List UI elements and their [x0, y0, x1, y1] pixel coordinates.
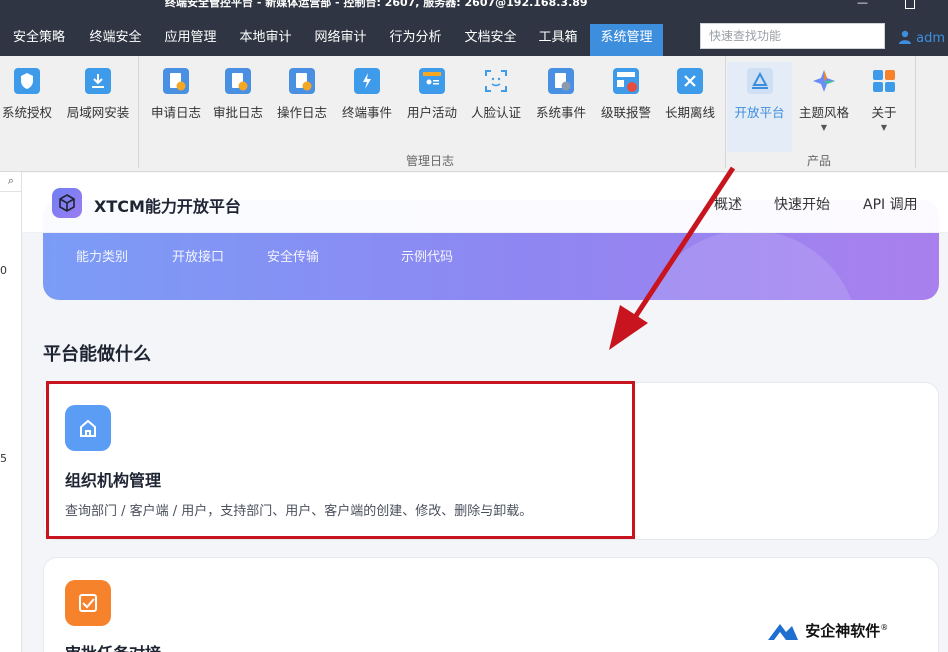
decorative-circle [639, 230, 859, 300]
checkbox-icon [65, 580, 111, 626]
ribbon-group-label: 产品 [807, 154, 832, 168]
ribbon-approve-log[interactable]: 审批日志 [206, 62, 270, 142]
ribbon-separator [138, 56, 139, 168]
side-number: 5 [0, 452, 7, 465]
title-bar: 终端安全管控平台 - 新媒体运营部 - 控制台: 2607, 服务器: 2607… [0, 0, 948, 12]
user-menu[interactable]: adm [898, 30, 945, 46]
menu-local-audit[interactable]: 本地审计 [228, 24, 303, 56]
nav-overview[interactable]: 概述 [714, 194, 742, 214]
ribbon-open-platform[interactable]: 开放平台 [727, 62, 792, 152]
open-platform-icon [746, 68, 773, 94]
ribbon-separator [725, 56, 726, 168]
brand-logo-icon [766, 620, 800, 642]
platform-header: XTCM能力开放平台 概述 快速开始 API 调用 [22, 173, 948, 233]
hero-link-secure-transfer[interactable]: 安全传输 [267, 246, 319, 265]
ribbon-separator [915, 56, 916, 168]
home-icon [65, 405, 111, 451]
hero-link-capability[interactable]: 能力类别 [76, 246, 128, 265]
shield-icon [14, 68, 40, 94]
maximize-button[interactable] [905, 0, 915, 9]
ribbon-user-activity[interactable]: 用户活动 [400, 62, 464, 142]
chevron-down-icon: ▼ [820, 123, 828, 132]
window-title: 终端安全管控平台 - 新媒体运营部 - 控制台: 2607, 服务器: 2607… [165, 0, 588, 9]
side-number: 0 [0, 264, 7, 277]
menu-security-policy[interactable]: 安全策略 [0, 24, 78, 56]
face-scan-icon [483, 68, 509, 94]
lightning-icon [354, 68, 380, 94]
doc-user-icon [225, 68, 251, 94]
ribbon-long-offline[interactable]: 长期离线 [658, 62, 722, 142]
user-name: adm [916, 31, 946, 46]
search-input[interactable]: 快速查找功能 [700, 23, 885, 49]
hero-link-sample-code[interactable]: 示例代码 [401, 246, 453, 265]
ribbon-terminal-event[interactable]: 终端事件 [335, 62, 399, 142]
ribbon-apply-log[interactable]: 申请日志 [144, 62, 208, 142]
menu-app-management[interactable]: 应用管理 [153, 24, 228, 56]
menu-network-audit[interactable]: 网络审计 [303, 24, 378, 56]
menu-document-security[interactable]: 文档安全 [453, 24, 528, 56]
doc-clock-icon [163, 68, 189, 94]
ribbon-theme-style[interactable]: 主题风格 ▼ [792, 62, 856, 142]
card-org-management[interactable]: 组织机构管理 查询部门 / 客户端 / 用户，支持部门、用户、客户端的创建、修改… [43, 382, 939, 540]
offline-icon [677, 68, 703, 94]
ribbon-lan-install[interactable]: 局域网安装 [64, 62, 132, 142]
section-title: 平台能做什么 [43, 344, 151, 365]
nav-quick-start[interactable]: 快速开始 [774, 194, 830, 214]
download-icon [85, 68, 111, 94]
doc-hand-icon [289, 68, 315, 94]
card-title: 组织机构管理 [65, 471, 162, 490]
cascade-alarm-icon [613, 68, 639, 94]
card-title: 审批任务对接 [65, 640, 161, 652]
menu-system-management[interactable]: 系统管理 [590, 24, 663, 56]
menu-behavior-analysis[interactable]: 行为分析 [378, 24, 453, 56]
ribbon-system-event[interactable]: 系统事件 [529, 62, 593, 142]
chevron-down-icon: ▼ [880, 123, 888, 132]
left-panel: ⌕ 0 5 [0, 172, 22, 652]
watermark-text: 安企神软件 [805, 622, 881, 640]
search-icon[interactable]: ⌕ [0, 172, 22, 192]
theme-icon [811, 68, 837, 94]
user-icon [898, 30, 912, 44]
ribbon-system-license[interactable]: 系统授权 [0, 62, 54, 142]
ribbon-toolbar: 系统授权 局域网安装 申请日志 审批日志 操作日志 终端事件 用户活动 人脸认证… [0, 56, 948, 172]
id-card-icon [419, 68, 445, 94]
platform-brand[interactable]: XTCM能力开放平台 [94, 193, 241, 217]
hero-link-open-api[interactable]: 开放接口 [172, 246, 224, 265]
card-description: 查询部门 / 客户端 / 用户，支持部门、用户、客户端的创建、修改、删除与卸载。 [65, 504, 533, 519]
ribbon-operation-log[interactable]: 操作日志 [270, 62, 334, 142]
watermark-logo: 安企神软件® [766, 620, 888, 642]
ribbon-group-label: 管理日志 [406, 154, 455, 168]
doc-gear-icon [548, 68, 574, 94]
minimize-button[interactable]: — [857, 0, 871, 8]
menu-bar: 安全策略 终端安全 应用管理 本地审计 网络审计 行为分析 文档安全 工具箱 系… [0, 12, 948, 56]
cube-logo-icon [52, 188, 82, 218]
nav-api-call[interactable]: API 调用 [863, 194, 918, 214]
menu-toolbox[interactable]: 工具箱 [528, 24, 588, 56]
ribbon-cascade-alarm[interactable]: 级联报警 [594, 62, 658, 142]
ribbon-about[interactable]: 关于 ▼ [852, 62, 916, 142]
about-icon [871, 68, 897, 94]
ribbon-face-auth[interactable]: 人脸认证 [464, 62, 528, 142]
menu-terminal-security[interactable]: 终端安全 [78, 24, 153, 56]
